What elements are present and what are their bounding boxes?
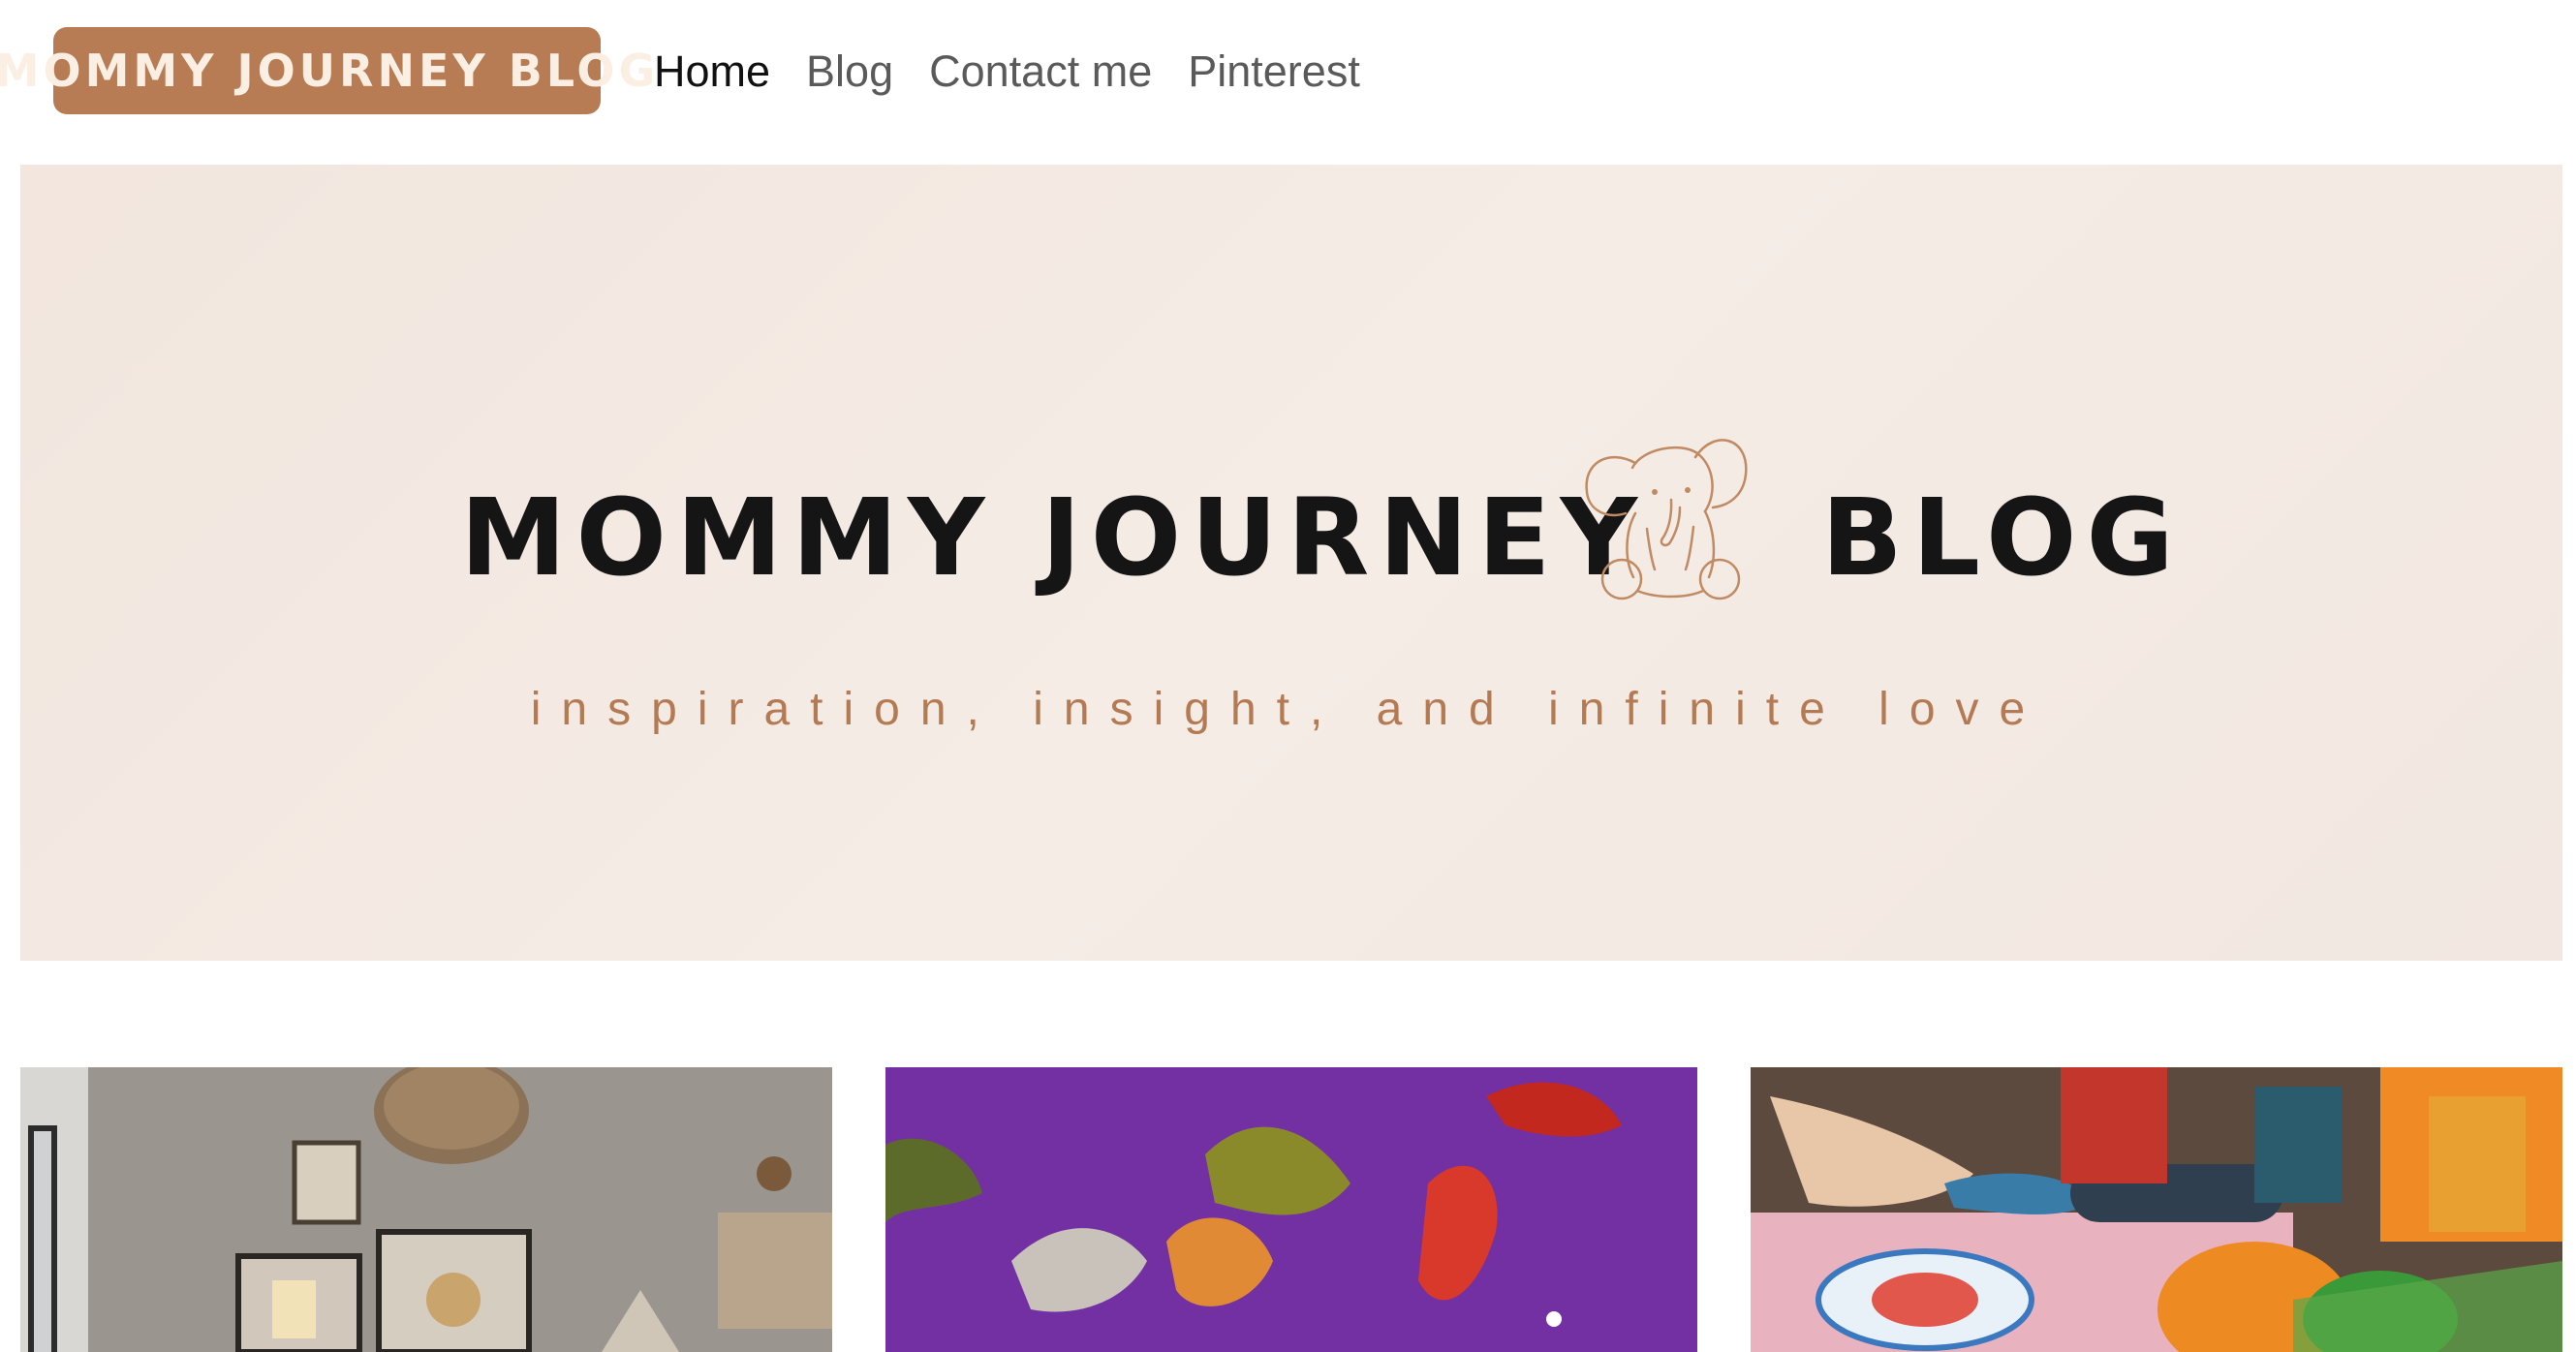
child-playing-play-dough-photo xyxy=(1751,1067,2562,1352)
site-header: MOMMY JOURNEY BLOG Home Blog Contact me … xyxy=(0,0,2576,165)
nav-home[interactable]: Home xyxy=(654,46,770,97)
hero-tagline: inspiration, insight, and infinite love xyxy=(530,684,2046,735)
hero-title-right: BLOG xyxy=(1821,476,2184,599)
nav-contact[interactable]: Contact me xyxy=(929,46,1152,97)
elephant-icon xyxy=(1585,439,1748,600)
main-nav: Home Blog Contact me Pinterest xyxy=(654,43,1396,101)
nursery-room-photo xyxy=(20,1067,832,1352)
toy-dinosaurs-purple-sand-photo xyxy=(885,1067,1697,1352)
logo-button[interactable]: MOMMY JOURNEY BLOG xyxy=(0,27,655,114)
nav-blog[interactable]: Blog xyxy=(806,46,893,97)
blog-card-nursery[interactable] xyxy=(20,1067,832,1352)
hero-title-left: MOMMY JOURNEY xyxy=(460,476,1648,599)
nav-pinterest[interactable]: Pinterest xyxy=(1188,46,1360,97)
blog-card-dinosaurs[interactable] xyxy=(885,1067,1697,1352)
blog-card-playdough[interactable] xyxy=(1751,1067,2562,1352)
